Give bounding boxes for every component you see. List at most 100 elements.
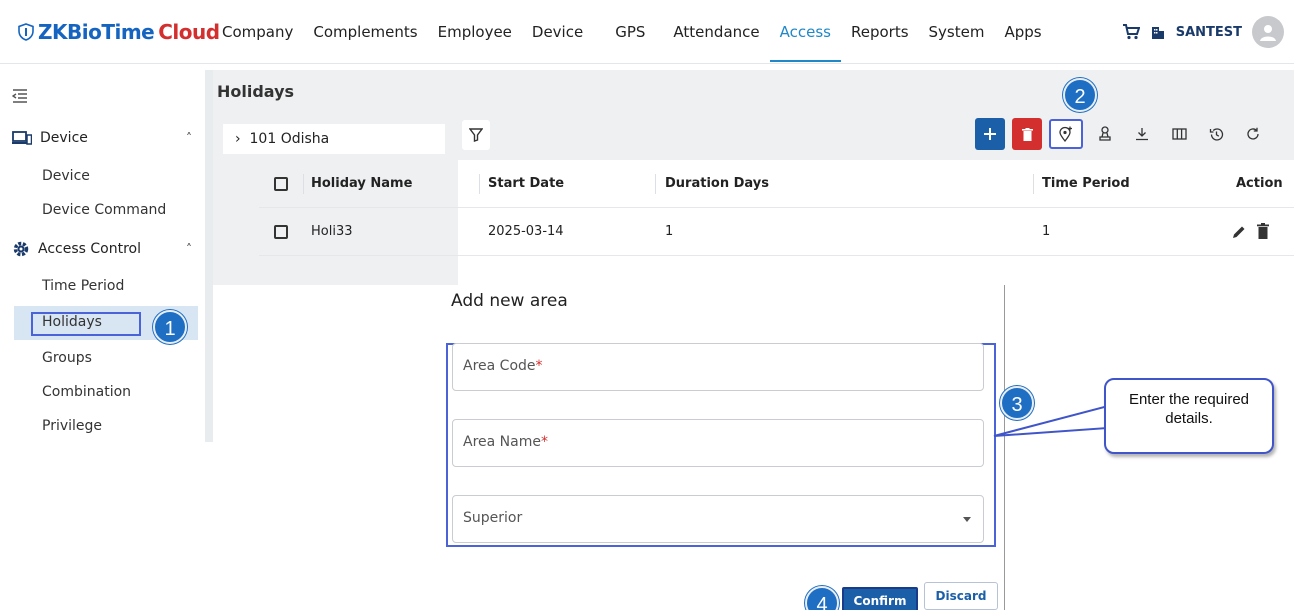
cart-icon[interactable]: [1122, 24, 1140, 40]
sidebar: Device ˄ Device Device Command Access Co…: [0, 70, 205, 442]
column-divider: [1033, 174, 1034, 194]
sidebar-section-label: Device: [40, 130, 88, 146]
superior-select[interactable]: Superior: [452, 495, 984, 543]
required-marker: *: [540, 434, 548, 450]
chevron-right-icon: ›: [235, 131, 246, 147]
nav-employee[interactable]: Employee: [428, 0, 522, 64]
location-add-icon: [1059, 126, 1072, 142]
nav-attendance[interactable]: Attendance: [663, 0, 769, 64]
building-icon: [1151, 27, 1164, 39]
sidebar-item-device-command[interactable]: Device Command: [42, 202, 166, 218]
user-icon: [1260, 25, 1276, 41]
table-row[interactable]: Holi33 2025-03-14 1 1: [259, 208, 1294, 256]
field-placeholder: Superior: [463, 510, 523, 526]
collapse-sidebar-icon[interactable]: [12, 88, 28, 104]
import-button[interactable]: [1090, 118, 1120, 150]
column-header-time-period[interactable]: Time Period: [1042, 176, 1130, 191]
sidebar-item-combination[interactable]: Combination: [42, 384, 131, 400]
nav-device[interactable]: Device: [522, 0, 593, 64]
sidebar-item-device[interactable]: Device: [42, 168, 90, 184]
nav-complements[interactable]: Complements: [303, 0, 427, 64]
column-header-holiday-name[interactable]: Holiday Name: [311, 176, 412, 191]
column-header-action: Action: [1236, 176, 1283, 191]
nav-access[interactable]: Access: [769, 0, 842, 64]
app-logo[interactable]: ZKBioTime Cloud: [18, 20, 220, 44]
sidebar-section-device[interactable]: Device ˄: [12, 130, 192, 146]
sidebar-item-time-period[interactable]: Time Period: [42, 278, 124, 294]
columns-icon: [1171, 128, 1187, 140]
tree-node-label: 101 Odisha: [249, 131, 330, 147]
step-marker-2: 2: [1063, 78, 1097, 112]
history-icon: [1209, 127, 1223, 141]
nav-gps[interactable]: GPS: [605, 0, 655, 64]
sidebar-item-groups[interactable]: Groups: [42, 350, 92, 366]
add-area-button[interactable]: [1049, 119, 1083, 149]
toolbar: [975, 118, 1268, 150]
company-name[interactable]: SANTEST: [1176, 25, 1242, 40]
user-stamp-icon: [1099, 126, 1111, 141]
add-area-dialog: Add new area Area Code* Area Name* Super…: [436, 285, 1006, 610]
chevron-up-icon: ˄: [186, 131, 192, 145]
nav-system[interactable]: System: [919, 0, 995, 64]
avatar[interactable]: [1252, 16, 1284, 48]
column-header-duration-days[interactable]: Duration Days: [665, 176, 769, 191]
table-header: Holiday Name Start Date Duration Days Ti…: [259, 160, 1294, 208]
main-nav: Company Complements Employee Device GPS …: [212, 0, 1052, 64]
column-divider: [655, 174, 656, 194]
callout-note: Enter the required details.: [1104, 378, 1274, 454]
edit-icon[interactable]: [1231, 224, 1247, 240]
sidebar-section-label: Access Control: [38, 241, 141, 257]
sidebar-item-holidays[interactable]: Holidays: [42, 314, 102, 330]
refresh-icon: [1247, 127, 1259, 140]
step-marker-1: 1: [153, 310, 187, 344]
dialog-title: Add new area: [451, 291, 568, 311]
nav-apps[interactable]: Apps: [994, 0, 1051, 64]
sidebar-section-access-control[interactable]: Access Control ˄: [12, 240, 192, 258]
cell-holiday-name: Holi33: [311, 224, 353, 239]
top-navbar: ZKBioTime Cloud Company Complements Emplo…: [0, 0, 1294, 64]
column-divider: [479, 174, 480, 194]
row-checkbox[interactable]: [274, 224, 288, 239]
column-header-start-date[interactable]: Start Date: [488, 176, 564, 191]
filter-button[interactable]: [462, 120, 490, 150]
cell-start-date: 2025-03-14: [488, 224, 564, 239]
add-button[interactable]: [975, 118, 1005, 150]
shield-icon: [18, 23, 34, 41]
logo-text-accent: Cloud: [158, 20, 220, 44]
plus-icon: [984, 128, 996, 140]
discard-button[interactable]: Discard: [924, 582, 998, 610]
history-button[interactable]: [1201, 118, 1231, 150]
column-divider: [303, 174, 304, 194]
cell-duration-days: 1: [665, 224, 674, 239]
sidebar-item-privilege[interactable]: Privilege: [42, 418, 102, 434]
chevron-up-icon: ˄: [186, 242, 192, 256]
area-tree-node[interactable]: › 101 Odisha: [223, 124, 445, 154]
user-area: SANTEST: [1122, 16, 1284, 48]
nav-reports[interactable]: Reports: [841, 0, 919, 64]
required-marker: *: [535, 358, 543, 374]
logo-text: ZKBioTime: [38, 20, 155, 44]
device-icon: [12, 131, 32, 145]
download-icon: [1136, 128, 1148, 141]
gear-icon: [13, 241, 29, 257]
nav-company[interactable]: Company: [212, 0, 303, 64]
app-root: ZKBioTime Cloud Company Complements Emplo…: [0, 0, 1294, 610]
export-button[interactable]: [1127, 118, 1157, 150]
field-placeholder: Area Code: [463, 358, 536, 374]
dropdown-arrow-icon: [963, 517, 971, 522]
area-name-field[interactable]: Area Name*: [452, 419, 984, 467]
columns-button[interactable]: [1164, 118, 1194, 150]
dialog-edge: [1004, 285, 1005, 610]
area-code-field[interactable]: Area Code*: [452, 343, 984, 391]
filter-icon: [469, 128, 483, 142]
confirm-button[interactable]: Confirm: [842, 587, 918, 610]
sidebar-divider: [205, 70, 213, 442]
select-all-checkbox[interactable]: [274, 176, 288, 191]
cell-time-period: 1: [1042, 224, 1051, 239]
refresh-button[interactable]: [1238, 118, 1268, 150]
field-placeholder: Area Name: [463, 434, 541, 450]
trash-icon: [1021, 127, 1033, 141]
delete-button[interactable]: [1012, 118, 1042, 150]
trash-icon[interactable]: [1257, 223, 1269, 239]
callout-pointer: [993, 404, 1109, 437]
